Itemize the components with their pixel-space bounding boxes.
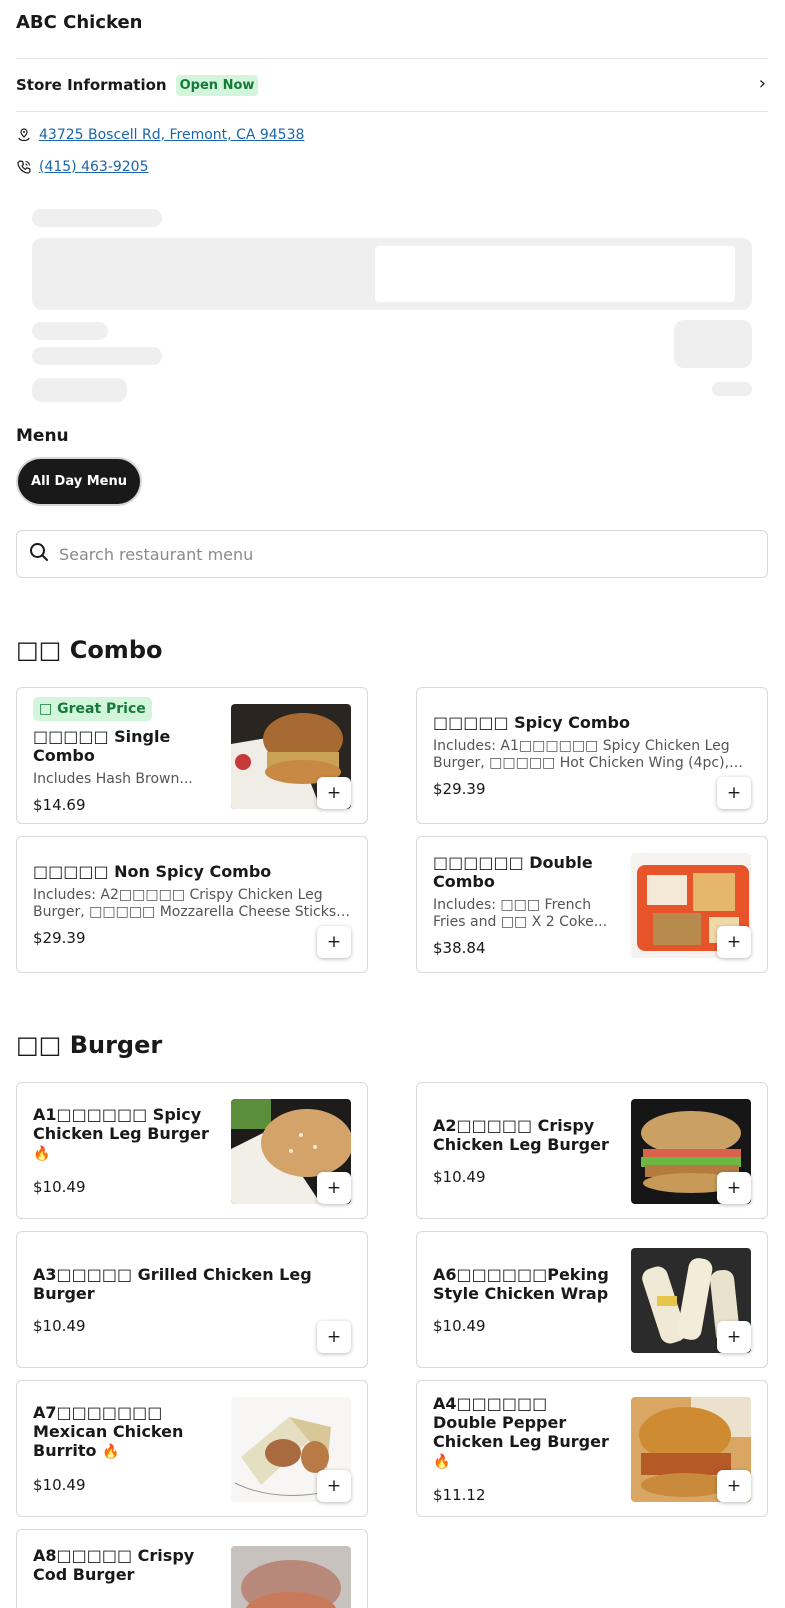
item-photo bbox=[231, 1546, 351, 1608]
menu-item-card[interactable]: □□□□□ Spicy Combo Includes: A1□□□□□□ Spi… bbox=[416, 687, 768, 824]
menu-item-card[interactable]: A4□□□□□□ Double Pepper Chicken Leg Burge… bbox=[416, 1380, 768, 1517]
loading-placeholder bbox=[674, 320, 752, 368]
loading-placeholder bbox=[375, 246, 735, 302]
search-bar bbox=[16, 530, 768, 578]
plus-icon: + bbox=[726, 1476, 742, 1496]
menu-tab-all-day[interactable]: All Day Menu bbox=[18, 459, 140, 504]
phone-link[interactable]: (415) 463-9205 bbox=[39, 159, 149, 175]
loading-placeholder bbox=[32, 347, 162, 365]
item-price: $10.49 bbox=[33, 1178, 86, 1196]
add-item-button[interactable]: + bbox=[317, 1172, 351, 1204]
menu-item-card[interactable]: □ Great Price □□□□□ Single Combo Include… bbox=[16, 687, 368, 824]
menu-title: Menu bbox=[16, 426, 69, 446]
flame-icon: 🔥 bbox=[33, 1146, 51, 1162]
store-name: ABC Chicken bbox=[16, 12, 143, 33]
item-name: A3□□□□□ Grilled Chicken Leg Burger bbox=[33, 1264, 312, 1303]
phone-icon bbox=[16, 159, 32, 175]
item-name: A8□□□□□ Crispy Cod Burger bbox=[33, 1546, 195, 1584]
item-description: Includes: A1□□□□□□ Spicy Chicken Leg Bur… bbox=[433, 738, 730, 771]
add-item-button[interactable]: + bbox=[317, 1470, 351, 1502]
store-information-title: Store Information bbox=[16, 76, 167, 94]
plus-icon: + bbox=[726, 1178, 742, 1198]
add-item-button[interactable]: + bbox=[717, 1321, 751, 1353]
plus-icon: + bbox=[326, 783, 342, 803]
menu-item-card[interactable]: A3□□□□□ Grilled Chicken Leg Burger $10.4… bbox=[16, 1231, 368, 1368]
item-name: □□□□□□ Double Combo bbox=[433, 852, 593, 891]
item-price: $10.49 bbox=[33, 1316, 86, 1335]
add-item-button[interactable]: + bbox=[717, 1172, 751, 1204]
item-description: Includes: □□□ French Fries and □□ X 2 Co… bbox=[433, 896, 608, 930]
menu-item-card[interactable]: A7□□□□□□□ Mexican Chicken Burrito 🔥 $10.… bbox=[16, 1380, 368, 1517]
item-price: $10.49 bbox=[33, 1476, 86, 1494]
menu-item-card[interactable]: A1□□□□□□ Spicy Chicken Leg Burger 🔥 $10.… bbox=[16, 1082, 368, 1219]
item-price: $10.49 bbox=[433, 1316, 486, 1335]
menu-item-card[interactable]: A2□□□□□ Crispy Chicken Leg Burger $10.49… bbox=[416, 1082, 768, 1219]
item-name: □□□□□ Non Spicy Combo bbox=[33, 862, 272, 881]
loading-placeholder bbox=[712, 382, 752, 396]
item-price: $14.69 bbox=[33, 796, 86, 814]
plus-icon: + bbox=[326, 1327, 342, 1347]
plus-icon: + bbox=[726, 783, 742, 803]
plus-icon: + bbox=[726, 932, 742, 952]
open-status-badge: Open Now bbox=[175, 74, 259, 96]
flame-icon: 🔥 bbox=[433, 1453, 451, 1470]
address-link[interactable]: 43725 Boscell Rd, Fremont, CA 94538 bbox=[39, 127, 304, 143]
chevron-right-icon: › bbox=[758, 73, 766, 94]
add-item-button[interactable]: + bbox=[317, 1321, 351, 1353]
item-price: $29.39 bbox=[433, 780, 486, 798]
plus-icon: + bbox=[326, 1178, 342, 1198]
address-row: 43725 Boscell Rd, Fremont, CA 94538 bbox=[16, 127, 304, 143]
loading-placeholder bbox=[32, 322, 108, 340]
flame-icon: 🔥 bbox=[102, 1444, 120, 1460]
phone-row: (415) 463-9205 bbox=[16, 159, 149, 175]
item-name: A7□□□□□□□ Mexican Chicken Burrito 🔥 bbox=[33, 1403, 184, 1460]
search-input[interactable] bbox=[59, 544, 709, 564]
category-title-burger: □□ Burger bbox=[16, 1031, 163, 1059]
item-name: A2□□□□□ Crispy Chicken Leg Burger bbox=[433, 1115, 609, 1154]
menu-item-card[interactable]: □□□□□□ Double Combo Includes: □□□ French… bbox=[416, 836, 768, 973]
category-title-combo: □□ Combo bbox=[16, 636, 163, 664]
add-item-button[interactable]: + bbox=[717, 926, 751, 958]
loading-placeholder bbox=[32, 209, 162, 227]
item-name: A1□□□□□□ Spicy Chicken Leg Burger 🔥 bbox=[33, 1105, 209, 1162]
plus-icon: + bbox=[326, 1476, 342, 1496]
menu-item-card[interactable]: A6□□□□□□Peking Style Chicken Wrap $10.49… bbox=[416, 1231, 768, 1368]
plus-icon: + bbox=[726, 1327, 742, 1347]
item-description: Includes Hash Brown... bbox=[33, 771, 193, 787]
item-price: $11.12 bbox=[433, 1485, 486, 1504]
menu-item-card[interactable]: □□□□□ Non Spicy Combo Includes: A2□□□□□ … bbox=[16, 836, 368, 973]
item-price: $10.49 bbox=[433, 1167, 486, 1186]
great-price-badge: □ Great Price bbox=[33, 697, 152, 721]
search-icon bbox=[29, 542, 49, 566]
item-price: $38.84 bbox=[433, 938, 486, 957]
add-item-button[interactable]: + bbox=[317, 777, 351, 809]
item-name: A6□□□□□□Peking Style Chicken Wrap bbox=[433, 1264, 609, 1303]
item-name: □□□□□ Single Combo bbox=[33, 727, 171, 765]
store-information-row[interactable]: Store Information Open Now › bbox=[16, 59, 768, 111]
menu-item-card[interactable]: A8□□□□□ Crispy Cod Burger bbox=[16, 1529, 368, 1608]
plus-icon: + bbox=[326, 932, 342, 952]
item-price: $29.39 bbox=[33, 929, 86, 947]
item-description: Includes: A2□□□□□ Crispy Chicken Leg Bur… bbox=[33, 887, 337, 920]
add-item-button[interactable]: + bbox=[317, 926, 351, 958]
add-item-button[interactable]: + bbox=[717, 1470, 751, 1502]
loading-placeholder bbox=[32, 378, 127, 402]
divider bbox=[16, 111, 768, 112]
item-name: □□□□□ Spicy Combo bbox=[433, 713, 630, 732]
location-pin-icon bbox=[16, 127, 32, 143]
add-item-button[interactable]: + bbox=[717, 777, 751, 809]
item-name: A4□□□□□□ Double Pepper Chicken Leg Burge… bbox=[433, 1393, 609, 1470]
